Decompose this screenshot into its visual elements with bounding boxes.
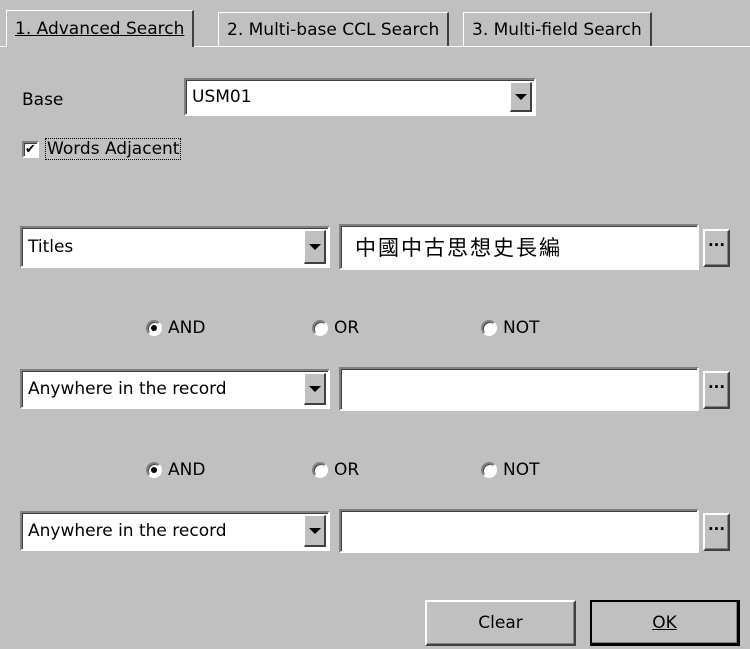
radio-button[interactable] bbox=[146, 320, 162, 336]
ellipsis-icon: ··· bbox=[707, 377, 726, 396]
operator-not-1[interactable]: NOT bbox=[481, 318, 539, 338]
radio-button[interactable] bbox=[481, 320, 497, 336]
field-select-3-value: Anywhere in the record bbox=[28, 521, 227, 541]
words-adjacent-label[interactable]: Words Adjacent bbox=[45, 138, 182, 160]
radio-button[interactable] bbox=[481, 462, 497, 478]
base-label: Base bbox=[22, 90, 64, 110]
chevron-down-icon bbox=[308, 385, 321, 392]
search-term-input-2[interactable] bbox=[339, 367, 699, 411]
base-select[interactable]: USM01 bbox=[184, 78, 536, 116]
field-select-2-value: Anywhere in the record bbox=[28, 379, 227, 399]
tab-advanced-search[interactable]: 1. Advanced Search bbox=[6, 10, 195, 47]
field-select-3[interactable]: Anywhere in the record bbox=[20, 511, 330, 551]
field-select-1[interactable]: Titles bbox=[20, 226, 330, 268]
ellipsis-icon: ··· bbox=[707, 235, 726, 254]
operator-label: AND bbox=[168, 318, 206, 338]
ellipsis-icon: ··· bbox=[707, 519, 726, 538]
tab-label: 3. Multi-field Search bbox=[472, 20, 642, 40]
clear-button[interactable]: Clear bbox=[425, 600, 576, 646]
search-term-input-1[interactable]: 中國中古思想史長編 bbox=[339, 224, 699, 270]
browse-button-3[interactable]: ··· bbox=[703, 513, 730, 551]
operator-label: NOT bbox=[503, 460, 540, 480]
tab-label: 2. Multi-base CCL Search bbox=[227, 20, 440, 40]
base-dropdown-button[interactable] bbox=[510, 82, 532, 112]
field-select-2[interactable]: Anywhere in the record bbox=[20, 369, 330, 409]
chevron-down-icon bbox=[308, 527, 321, 534]
field-select-2-dropdown-button[interactable] bbox=[304, 373, 326, 405]
words-adjacent-row: ✔ Words Adjacent bbox=[22, 138, 182, 160]
radio-button[interactable] bbox=[312, 462, 328, 478]
operator-label: OR bbox=[334, 318, 360, 338]
field-select-1-dropdown-button[interactable] bbox=[304, 230, 326, 264]
base-select-value: USM01 bbox=[192, 87, 252, 107]
chevron-down-icon bbox=[308, 243, 321, 250]
search-term-input-3[interactable] bbox=[339, 509, 699, 553]
radio-button[interactable] bbox=[146, 462, 162, 478]
search-term-1-text: 中國中古思想史長編 bbox=[355, 236, 562, 260]
operator-and-1[interactable]: AND bbox=[146, 318, 205, 338]
operator-label: AND bbox=[168, 460, 206, 480]
browse-button-2[interactable]: ··· bbox=[703, 371, 730, 409]
words-adjacent-checkbox[interactable]: ✔ bbox=[22, 140, 39, 158]
field-select-3-dropdown-button[interactable] bbox=[304, 515, 326, 547]
field-select-1-value: Titles bbox=[28, 237, 74, 257]
browse-button-1[interactable]: ··· bbox=[703, 229, 730, 267]
operator-or-2[interactable]: OR bbox=[312, 460, 359, 480]
tab-multi-base-ccl-search[interactable]: 2. Multi-base CCL Search bbox=[218, 12, 450, 46]
ok-button[interactable]: OK bbox=[590, 600, 740, 646]
operator-label: NOT bbox=[503, 318, 540, 338]
checkmark-icon: ✔ bbox=[25, 141, 36, 157]
chevron-down-icon bbox=[514, 93, 527, 100]
radio-button[interactable] bbox=[312, 320, 328, 336]
tab-label: 1. Advanced Search bbox=[15, 19, 185, 39]
operator-label: OR bbox=[334, 460, 360, 480]
clear-button-label: Clear bbox=[478, 613, 523, 633]
operator-not-2[interactable]: NOT bbox=[481, 460, 539, 480]
operator-and-2[interactable]: AND bbox=[146, 460, 205, 480]
operator-or-1[interactable]: OR bbox=[312, 318, 359, 338]
tab-multi-field-search[interactable]: 3. Multi-field Search bbox=[463, 12, 652, 46]
tab-strip: 1. Advanced Search 2. Multi-base CCL Sea… bbox=[0, 0, 750, 47]
ok-button-label: OK bbox=[652, 612, 677, 633]
